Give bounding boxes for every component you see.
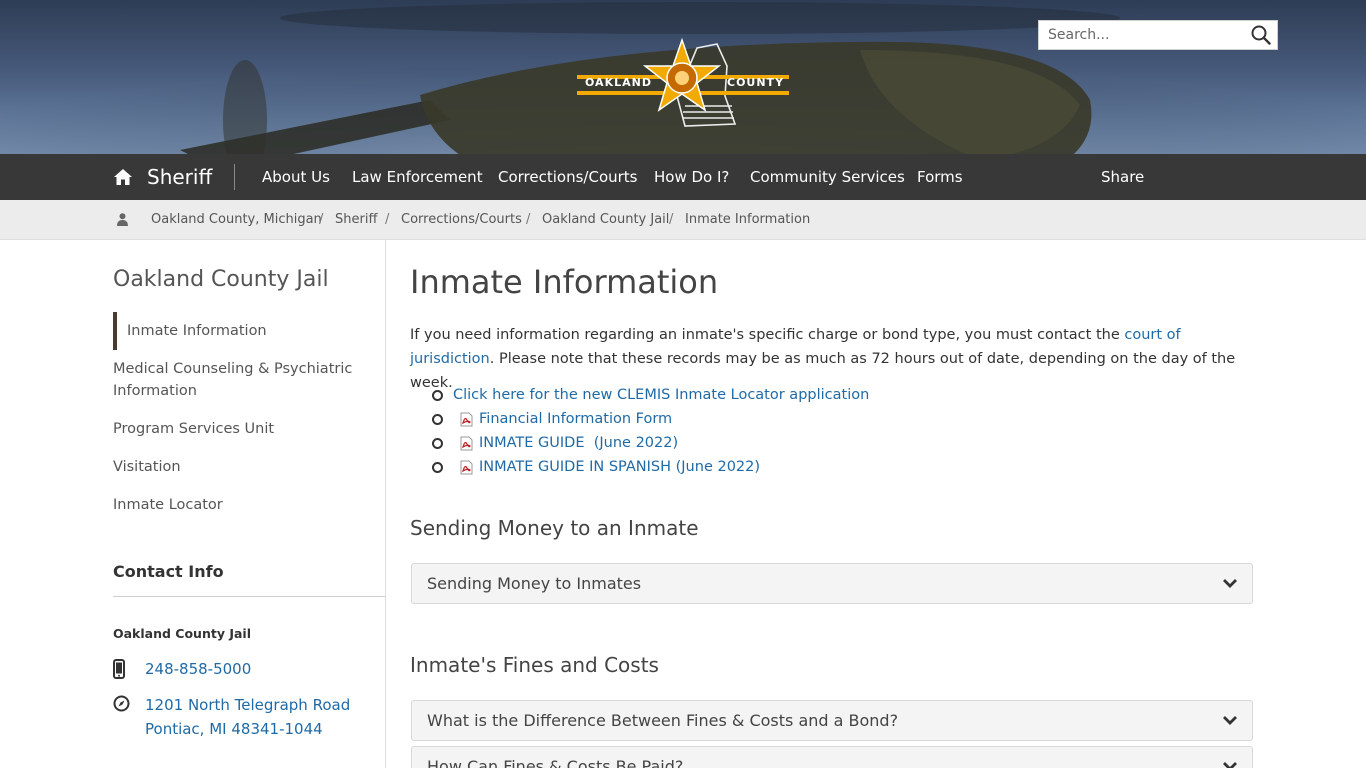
bullet-icon bbox=[432, 461, 443, 473]
accordion-label: Sending Money to Inmates bbox=[427, 574, 642, 593]
nav-share-button[interactable]: Share bbox=[1101, 154, 1144, 200]
breadcrumb-corrections-courts[interactable]: Corrections/Courts bbox=[401, 200, 522, 240]
sidebar-title: Oakland County Jail bbox=[113, 267, 329, 292]
home-icon bbox=[114, 169, 132, 185]
inmate-guide-spanish-link[interactable]: INMATE GUIDE IN SPANISH (June 2022) bbox=[453, 459, 760, 475]
search-bar bbox=[1038, 20, 1278, 50]
list-item: Click here for the new CLEMIS Inmate Loc… bbox=[432, 383, 869, 407]
breadcrumb: Oakland County, Michigan / Sheriff / Cor… bbox=[0, 200, 1366, 240]
list-item: INMATE GUIDE (June 2022) bbox=[432, 431, 869, 455]
pdf-file-icon bbox=[460, 460, 473, 474]
nav-forms[interactable]: Forms bbox=[917, 154, 963, 200]
link-text: Click here for the new CLEMIS Inmate Loc… bbox=[453, 387, 870, 403]
list-item: Financial Information Form bbox=[432, 407, 869, 431]
main-navigation: Sheriff About Us Law Enforcement Correct… bbox=[0, 154, 1366, 200]
page-title: Inmate Information bbox=[410, 263, 719, 301]
contact-address-line1: 1201 North Telegraph Road bbox=[145, 696, 351, 714]
nav-law-enforcement[interactable]: Law Enforcement bbox=[352, 154, 483, 200]
link-text: INMATE GUIDE IN SPANISH (June 2022) bbox=[479, 459, 761, 475]
sidebar-item-medical-counseling[interactable]: Medical Counseling & Psychiatric Informa… bbox=[113, 358, 373, 402]
accordion-label: How Can Fines & Costs Be Paid? bbox=[427, 757, 684, 768]
user-icon[interactable] bbox=[117, 213, 128, 226]
inmate-guide-link[interactable]: INMATE GUIDE (June 2022) bbox=[453, 435, 678, 451]
bullet-icon bbox=[432, 389, 443, 401]
breadcrumb-separator: / bbox=[669, 212, 674, 227]
nav-home-sheriff[interactable]: Sheriff bbox=[113, 154, 212, 200]
contact-address[interactable]: 1201 North Telegraph Road Pontiac, MI 48… bbox=[145, 693, 350, 741]
breadcrumb-separator: / bbox=[385, 212, 390, 227]
accordion-sending-money[interactable]: Sending Money to Inmates bbox=[411, 563, 1253, 604]
pdf-file-icon bbox=[460, 436, 473, 450]
clemis-inmate-locator-link[interactable]: Click here for the new CLEMIS Inmate Loc… bbox=[453, 387, 869, 403]
contact-address-line2: Pontiac, MI 48341-1044 bbox=[145, 720, 323, 738]
logo-text-left: OAKLAND bbox=[585, 76, 652, 89]
search-input[interactable] bbox=[1039, 21, 1245, 49]
sidebar-item-inmate-locator[interactable]: Inmate Locator bbox=[113, 494, 373, 516]
nav-divider bbox=[234, 164, 235, 190]
link-text: Financial Information Form bbox=[479, 411, 673, 427]
sidebar-item-program-services[interactable]: Program Services Unit bbox=[113, 418, 373, 440]
search-icon bbox=[1251, 25, 1271, 45]
intro-text-before: If you need information regarding an inm… bbox=[410, 327, 1125, 343]
breadcrumb-separator: / bbox=[319, 212, 324, 227]
pdf-file-icon bbox=[460, 412, 473, 426]
breadcrumb-oakland-county-jail[interactable]: Oakland County Jail bbox=[542, 200, 669, 240]
contact-organization: Oakland County Jail bbox=[113, 626, 251, 641]
mobile-phone-icon bbox=[113, 659, 125, 679]
list-item: INMATE GUIDE IN SPANISH (June 2022) bbox=[432, 455, 869, 479]
bullet-icon bbox=[432, 437, 443, 449]
contact-address-row: 1201 North Telegraph Road Pontiac, MI 48… bbox=[113, 693, 350, 741]
sidebar-nav: Inmate Information Medical Counseling & … bbox=[113, 312, 373, 516]
section-fines-costs-title: Inmate's Fines and Costs bbox=[410, 653, 659, 677]
link-text: INMATE GUIDE (June 2022) bbox=[479, 435, 679, 451]
chevron-down-icon bbox=[1223, 716, 1237, 725]
bullet-icon bbox=[432, 413, 443, 425]
contact-divider bbox=[113, 596, 385, 597]
nav-community-services[interactable]: Community Services bbox=[750, 154, 905, 200]
nav-home-label: Sheriff bbox=[147, 165, 213, 189]
sidebar-item-inmate-information[interactable]: Inmate Information bbox=[113, 312, 373, 350]
accordion-fines-payment[interactable]: How Can Fines & Costs Be Paid? bbox=[411, 746, 1253, 768]
chevron-down-icon bbox=[1223, 762, 1237, 768]
contact-phone-row: 248-858-5000 bbox=[113, 657, 251, 683]
accordion-label: What is the Difference Between Fines & C… bbox=[427, 711, 899, 730]
financial-information-form-link[interactable]: Financial Information Form bbox=[453, 411, 672, 427]
resource-links-list: Click here for the new CLEMIS Inmate Loc… bbox=[432, 383, 869, 479]
compass-icon bbox=[113, 695, 130, 712]
nav-corrections-courts[interactable]: Corrections/Courts bbox=[498, 154, 638, 200]
contact-info-title: Contact Info bbox=[113, 562, 224, 581]
breadcrumb-sheriff[interactable]: Sheriff bbox=[335, 200, 377, 240]
nav-how-do-i[interactable]: How Do I? bbox=[654, 154, 729, 200]
nav-about-us[interactable]: About Us bbox=[262, 154, 330, 200]
header-banner: OAKLAND COUNTY bbox=[0, 0, 1366, 154]
accordion-fines-vs-bond[interactable]: What is the Difference Between Fines & C… bbox=[411, 700, 1253, 741]
sidebar-item-visitation[interactable]: Visitation bbox=[113, 456, 373, 478]
logo-text-right: COUNTY bbox=[727, 76, 785, 89]
breadcrumb-current: Inmate Information bbox=[685, 212, 811, 227]
search-button[interactable] bbox=[1245, 21, 1277, 49]
breadcrumb-separator: / bbox=[526, 212, 531, 227]
sidebar-divider bbox=[385, 240, 386, 768]
chevron-down-icon bbox=[1223, 579, 1237, 588]
oakland-county-sheriff-logo[interactable]: OAKLAND COUNTY bbox=[577, 36, 789, 130]
breadcrumb-oakland-county[interactable]: Oakland County, Michigan bbox=[151, 200, 322, 240]
section-sending-money-title: Sending Money to an Inmate bbox=[410, 516, 699, 540]
contact-phone-link[interactable]: 248-858-5000 bbox=[145, 657, 251, 683]
